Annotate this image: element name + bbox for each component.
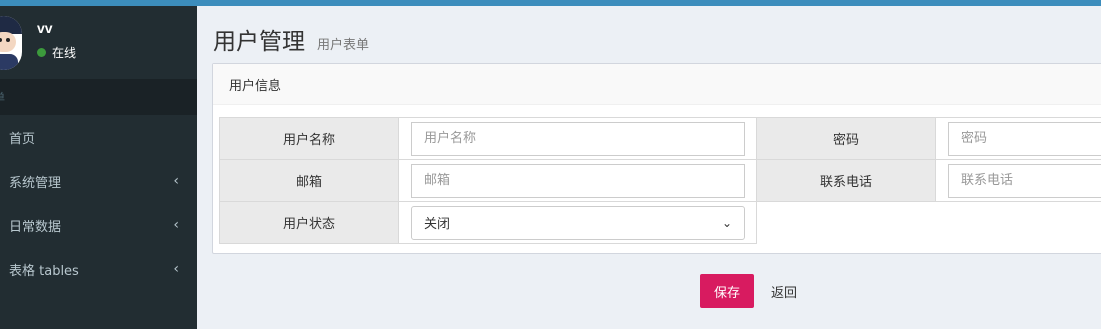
status-cell: 关闭 ⌄ xyxy=(398,201,757,244)
status-label: 用户状态 xyxy=(219,201,399,244)
content-area: 用户管理 用户表单 用户信息 用户名称 密码 邮箱 联系电话 xyxy=(197,6,1101,329)
sidebar-item-system-management[interactable]: 系统管理 ‹ xyxy=(0,159,197,203)
chevron-left-icon: ‹ xyxy=(173,261,179,277)
email-label: 邮箱 xyxy=(219,159,399,202)
sidebar-item-daily-data[interactable]: 日常数据 ‹ xyxy=(0,203,197,247)
phone-input[interactable] xyxy=(948,163,1101,198)
password-cell xyxy=(935,117,1101,160)
user-form-table: 用户名称 密码 邮箱 联系电话 用户状态 xyxy=(219,117,1101,244)
user-panel: vv 在线 xyxy=(0,6,197,79)
sidebar-item-label: 表格 tables xyxy=(9,263,79,279)
email-cell xyxy=(398,159,757,202)
user-status: 在线 xyxy=(37,44,76,61)
form-row: 邮箱 联系电话 xyxy=(219,159,1101,202)
save-button[interactable]: 保存 xyxy=(700,274,754,308)
user-name: vv xyxy=(37,20,53,36)
sidebar-item-label: 首页 xyxy=(9,131,36,147)
form-row: 用户状态 关闭 ⌄ xyxy=(219,201,1101,244)
status-select-value: 关闭 xyxy=(424,217,451,232)
user-status-label: 在线 xyxy=(52,46,77,60)
username-cell xyxy=(398,117,757,160)
sidebar: vv 在线 单 首页 系统管理 ‹ 日常数据 ‹ 表格 tables ‹ xyxy=(0,6,197,329)
sidebar-item-tables[interactable]: 表格 tables ‹ xyxy=(0,247,197,291)
sidebar-item-label: 日常数据 xyxy=(9,219,62,235)
sidebar-item-label: 系统管理 xyxy=(9,175,62,191)
password-input[interactable] xyxy=(948,121,1101,156)
phone-cell xyxy=(935,159,1101,202)
password-label: 密码 xyxy=(756,117,936,160)
page-header: 用户管理 用户表单 xyxy=(213,22,369,56)
chevron-left-icon: ‹ xyxy=(173,217,179,233)
sidebar-menu-header: 单 xyxy=(0,79,197,115)
page-title: 用户管理 xyxy=(213,29,305,55)
back-link[interactable]: 返回 xyxy=(771,282,797,301)
email-input[interactable] xyxy=(411,163,745,198)
box-title: 用户信息 xyxy=(213,64,1101,105)
chevron-left-icon: ‹ xyxy=(173,173,179,189)
empty-cell xyxy=(756,201,1101,244)
username-label: 用户名称 xyxy=(219,117,399,160)
phone-label: 联系电话 xyxy=(756,159,936,202)
page-subtitle: 用户表单 xyxy=(317,38,370,53)
chevron-down-icon: ⌄ xyxy=(721,215,732,230)
user-avatar xyxy=(0,16,22,70)
username-input[interactable] xyxy=(411,121,745,156)
status-select[interactable]: 关闭 ⌄ xyxy=(411,205,745,240)
online-status-icon xyxy=(37,48,46,57)
user-info-box: 用户信息 用户名称 密码 邮箱 联系电话 xyxy=(212,63,1101,254)
form-actions: 保存 返回 xyxy=(700,274,797,308)
sidebar-item-home[interactable]: 首页 xyxy=(0,115,197,159)
form-row: 用户名称 密码 xyxy=(219,117,1101,160)
